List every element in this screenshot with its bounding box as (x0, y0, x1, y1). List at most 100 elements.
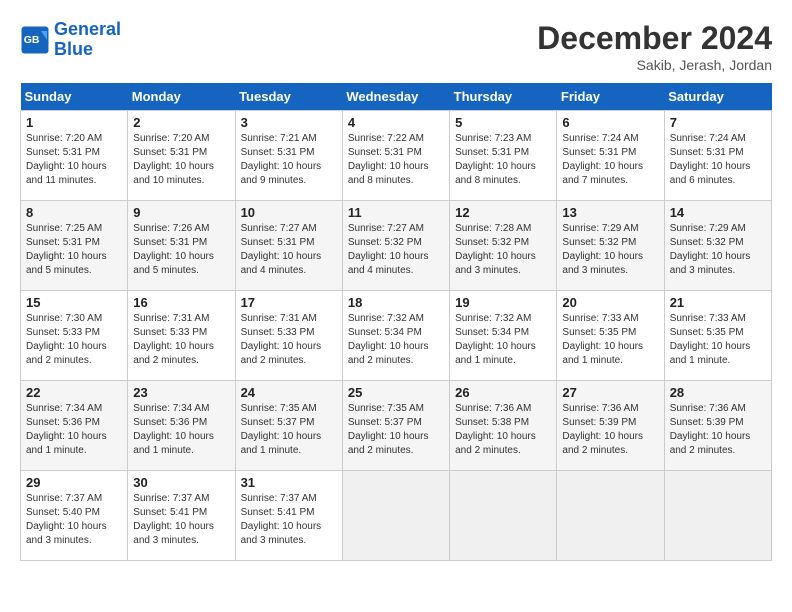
day-info: Sunrise: 7:33 AMSunset: 5:35 PMDaylight:… (670, 312, 766, 368)
calendar-cell: 18 Sunrise: 7:32 AMSunset: 5:34 PMDayligh… (342, 291, 449, 381)
calendar-cell: 5 Sunrise: 7:23 AMSunset: 5:31 PMDaylight… (450, 111, 557, 201)
calendar-cell: 12 Sunrise: 7:28 AMSunset: 5:32 PMDayligh… (450, 201, 557, 291)
calendar-cell: 30 Sunrise: 7:37 AMSunset: 5:41 PMDayligh… (128, 471, 235, 561)
day-number: 9 (133, 205, 229, 220)
day-number: 4 (348, 115, 444, 130)
day-number: 19 (455, 295, 551, 310)
day-number: 29 (26, 475, 122, 490)
calendar-cell: 11 Sunrise: 7:27 AMSunset: 5:32 PMDayligh… (342, 201, 449, 291)
day-info: Sunrise: 7:23 AMSunset: 5:31 PMDaylight:… (455, 132, 551, 188)
calendar-week-row: 15 Sunrise: 7:30 AMSunset: 5:33 PMDayligh… (21, 291, 772, 381)
day-number: 7 (670, 115, 766, 130)
day-header-wednesday: Wednesday (342, 83, 449, 111)
day-info: Sunrise: 7:26 AMSunset: 5:31 PMDaylight:… (133, 222, 229, 278)
day-info: Sunrise: 7:30 AMSunset: 5:33 PMDaylight:… (26, 312, 122, 368)
day-header-thursday: Thursday (450, 83, 557, 111)
day-header-friday: Friday (557, 83, 664, 111)
day-header-sunday: Sunday (21, 83, 128, 111)
calendar-cell: 14 Sunrise: 7:29 AMSunset: 5:32 PMDayligh… (664, 201, 771, 291)
calendar-cell: 3Sunrise: 7:21 AMSunset: 5:31 PMDaylight… (235, 111, 342, 201)
calendar-cell: 16Sunrise: 7:31 AMSunset: 5:33 PMDayligh… (128, 291, 235, 381)
calendar-cell: 29 Sunrise: 7:37 AMSunset: 5:40 PMDayligh… (21, 471, 128, 561)
calendar-cell: 8 Sunrise: 7:25 AMSunset: 5:31 PMDaylight… (21, 201, 128, 291)
day-number: 28 (670, 385, 766, 400)
day-info: Sunrise: 7:20 AMSunset: 5:31 PMDaylight:… (26, 132, 122, 188)
day-info: Sunrise: 7:21 AMSunset: 5:31 PMDaylight:… (241, 132, 337, 188)
calendar: SundayMondayTuesdayWednesdayThursdayFrid… (20, 83, 772, 561)
calendar-cell: 10 Sunrise: 7:27 AMSunset: 5:31 PMDayligh… (235, 201, 342, 291)
calendar-cell: 22 Sunrise: 7:34 AMSunset: 5:36 PMDayligh… (21, 381, 128, 471)
day-info: Sunrise: 7:33 AMSunset: 5:35 PMDaylight:… (562, 312, 658, 368)
day-number: 26 (455, 385, 551, 400)
calendar-cell (557, 471, 664, 561)
day-number: 31 (241, 475, 337, 490)
day-number: 8 (26, 205, 122, 220)
calendar-cell: 28 Sunrise: 7:36 AMSunset: 5:39 PMDayligh… (664, 381, 771, 471)
day-info: Sunrise: 7:36 AMSunset: 5:39 PMDaylight:… (670, 402, 766, 458)
day-number: 21 (670, 295, 766, 310)
logo-line2: Blue (54, 39, 93, 59)
calendar-cell: 13Sunrise: 7:29 AMSunset: 5:32 PMDayligh… (557, 201, 664, 291)
day-info: Sunrise: 7:31 AMSunset: 5:33 PMDaylight:… (241, 312, 337, 368)
calendar-header-row: SundayMondayTuesdayWednesdayThursdayFrid… (21, 83, 772, 111)
calendar-cell (342, 471, 449, 561)
day-number: 25 (348, 385, 444, 400)
day-number: 11 (348, 205, 444, 220)
day-number: 18 (348, 295, 444, 310)
day-number: 22 (26, 385, 122, 400)
calendar-cell: 15 Sunrise: 7:30 AMSunset: 5:33 PMDayligh… (21, 291, 128, 381)
calendar-cell: 31Sunrise: 7:37 AMSunset: 5:41 PMDayligh… (235, 471, 342, 561)
calendar-week-row: 8 Sunrise: 7:25 AMSunset: 5:31 PMDaylight… (21, 201, 772, 291)
day-header-saturday: Saturday (664, 83, 771, 111)
calendar-cell: 19 Sunrise: 7:32 AMSunset: 5:34 PMDayligh… (450, 291, 557, 381)
day-number: 24 (241, 385, 337, 400)
logo-text: General Blue (54, 20, 121, 60)
day-number: 30 (133, 475, 229, 490)
calendar-cell: 9 Sunrise: 7:26 AMSunset: 5:31 PMDaylight… (128, 201, 235, 291)
day-number: 1 (26, 115, 122, 130)
day-info: Sunrise: 7:35 AMSunset: 5:37 PMDaylight:… (348, 402, 444, 458)
calendar-cell: 24Sunrise: 7:35 AMSunset: 5:37 PMDayligh… (235, 381, 342, 471)
calendar-cell: 21 Sunrise: 7:33 AMSunset: 5:35 PMDayligh… (664, 291, 771, 381)
day-number: 13 (562, 205, 658, 220)
day-info: Sunrise: 7:34 AMSunset: 5:36 PMDaylight:… (133, 402, 229, 458)
calendar-cell: 20Sunrise: 7:33 AMSunset: 5:35 PMDayligh… (557, 291, 664, 381)
day-number: 5 (455, 115, 551, 130)
day-info: Sunrise: 7:31 AMSunset: 5:33 PMDaylight:… (133, 312, 229, 368)
day-info: Sunrise: 7:32 AMSunset: 5:34 PMDaylight:… (348, 312, 444, 368)
day-info: Sunrise: 7:24 AMSunset: 5:31 PMDaylight:… (562, 132, 658, 188)
calendar-cell: 17 Sunrise: 7:31 AMSunset: 5:33 PMDayligh… (235, 291, 342, 381)
day-info: Sunrise: 7:36 AMSunset: 5:39 PMDaylight:… (562, 402, 658, 458)
day-number: 27 (562, 385, 658, 400)
day-info: Sunrise: 7:37 AMSunset: 5:41 PMDaylight:… (133, 492, 229, 548)
day-number: 15 (26, 295, 122, 310)
day-info: Sunrise: 7:24 AMSunset: 5:31 PMDaylight:… (670, 132, 766, 188)
day-number: 10 (241, 205, 337, 220)
page-header: GB General Blue December 2024 Sakib, Jer… (20, 20, 772, 73)
day-number: 17 (241, 295, 337, 310)
calendar-cell: 7 Sunrise: 7:24 AMSunset: 5:31 PMDaylight… (664, 111, 771, 201)
calendar-cell (664, 471, 771, 561)
logo: GB General Blue (20, 20, 121, 60)
day-info: Sunrise: 7:29 AMSunset: 5:32 PMDaylight:… (670, 222, 766, 278)
day-header-tuesday: Tuesday (235, 83, 342, 111)
calendar-cell: 4 Sunrise: 7:22 AMSunset: 5:31 PMDaylight… (342, 111, 449, 201)
day-info: Sunrise: 7:22 AMSunset: 5:31 PMDaylight:… (348, 132, 444, 188)
day-info: Sunrise: 7:28 AMSunset: 5:32 PMDaylight:… (455, 222, 551, 278)
day-info: Sunrise: 7:27 AMSunset: 5:32 PMDaylight:… (348, 222, 444, 278)
calendar-cell (450, 471, 557, 561)
day-number: 12 (455, 205, 551, 220)
month-title: December 2024 (537, 20, 772, 57)
calendar-cell: 26Sunrise: 7:36 AMSunset: 5:38 PMDayligh… (450, 381, 557, 471)
day-info: Sunrise: 7:34 AMSunset: 5:36 PMDaylight:… (26, 402, 122, 458)
location: Sakib, Jerash, Jordan (537, 57, 772, 73)
day-info: Sunrise: 7:27 AMSunset: 5:31 PMDaylight:… (241, 222, 337, 278)
day-number: 14 (670, 205, 766, 220)
day-info: Sunrise: 7:37 AMSunset: 5:40 PMDaylight:… (26, 492, 122, 548)
logo-icon: GB (20, 25, 50, 55)
day-info: Sunrise: 7:32 AMSunset: 5:34 PMDaylight:… (455, 312, 551, 368)
calendar-cell: 2Sunrise: 7:20 AMSunset: 5:31 PMDaylight… (128, 111, 235, 201)
day-info: Sunrise: 7:25 AMSunset: 5:31 PMDaylight:… (26, 222, 122, 278)
calendar-week-row: 1 Sunrise: 7:20 AMSunset: 5:31 PMDaylight… (21, 111, 772, 201)
day-number: 6 (562, 115, 658, 130)
